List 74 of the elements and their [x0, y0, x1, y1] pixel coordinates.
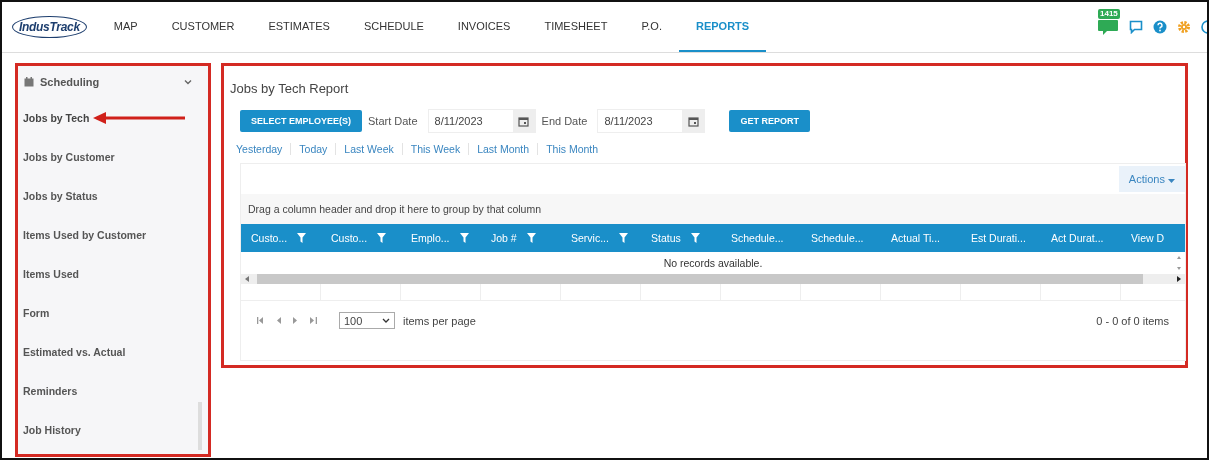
sidebar-item[interactable]: Items Used [23, 267, 80, 280]
settings-icon[interactable] [1177, 20, 1191, 34]
first-page-icon[interactable] [257, 317, 264, 324]
column-header[interactable]: Custo... [241, 224, 321, 252]
notification-badge: 1415 [1098, 9, 1120, 19]
empty-message: No records available. [663, 257, 763, 269]
date-range-link[interactable]: Last Month [468, 143, 538, 155]
sidebar-group[interactable]: Scheduling [18, 66, 208, 98]
end-date-label: End Date [541, 115, 588, 127]
start-date-field[interactable]: 8/11/2023 [427, 109, 536, 133]
select-employees-button[interactable]: SELECT EMPLOYEE(S) [240, 110, 362, 132]
chevron-icon [184, 79, 192, 85]
sidebar-item[interactable]: Jobs by Tech [23, 111, 90, 124]
nav-tab[interactable]: REPORTS [678, 2, 767, 52]
get-report-button[interactable]: GET REPORT [729, 110, 810, 132]
column-header[interactable]: Status [641, 224, 721, 252]
item-count: 0 - 0 of 0 items [1096, 314, 1169, 327]
scroll-right-icon[interactable] [1177, 276, 1181, 282]
column-header[interactable]: Emplo... [401, 224, 481, 252]
next-page-icon[interactable] [293, 317, 298, 324]
caret-icon [1168, 179, 1175, 183]
end-date-field[interactable]: 8/11/2023 [597, 109, 706, 133]
nav-tab[interactable]: SCHEDULE [346, 2, 441, 52]
group-hint: Drag a column header and drop it here to group by that column [241, 194, 1185, 224]
date-range-link[interactable]: This Week [401, 143, 469, 155]
filter-icon[interactable] [377, 233, 387, 243]
sidebar-item[interactable]: Job History [23, 423, 81, 436]
nav-tab[interactable]: INVOICES [440, 2, 528, 52]
message-icon[interactable] [1097, 18, 1119, 36]
nav-tab[interactable]: CUSTOMER [154, 2, 252, 52]
previous-page-icon[interactable] [276, 317, 281, 324]
dropdown-icon [382, 318, 390, 323]
sidebar-item[interactable]: Estimated vs. Actual [23, 345, 126, 358]
items-per-page-label: items per page [403, 314, 476, 327]
nav-tab[interactable]: TIMESHEET [527, 2, 625, 52]
column-header[interactable]: Act Durat... [1041, 224, 1121, 252]
filter-icon[interactable] [690, 233, 700, 243]
report-title: Jobs by Tech Report [230, 81, 350, 96]
help-icon[interactable] [1153, 20, 1167, 34]
column-header[interactable]: Actual Ti... [881, 224, 961, 252]
date-range-link[interactable]: Yesterday [236, 143, 291, 155]
last-page-icon[interactable] [310, 317, 317, 324]
calendar-icon [24, 77, 34, 87]
date-range-link[interactable]: This Month [537, 143, 607, 155]
user-icon[interactable] [1201, 20, 1207, 34]
page-size-select[interactable]: 100 [339, 312, 395, 329]
column-header[interactable]: Servic... [561, 224, 641, 252]
sidebar-item[interactable]: Form [23, 306, 50, 319]
column-header[interactable]: Custo... [321, 224, 401, 252]
scroll-left-icon[interactable] [245, 276, 249, 282]
column-header[interactable]: Schedule... [801, 224, 881, 252]
horizontal-scrollbar[interactable] [241, 274, 1185, 284]
nav-tab[interactable]: ESTIMATES [251, 2, 347, 52]
column-header[interactable]: Job # [481, 224, 561, 252]
filter-icon[interactable] [618, 233, 628, 243]
filter-icon[interactable] [297, 233, 307, 243]
calendar-icon[interactable] [518, 115, 530, 127]
sidebar-item[interactable]: Items Used by Customer [23, 228, 147, 241]
column-header[interactable]: Est Durati... [961, 224, 1041, 252]
start-date-label: Start Date [368, 115, 418, 127]
filter-icon[interactable] [459, 233, 469, 243]
column-header[interactable]: View D [1121, 224, 1185, 252]
nav-tab[interactable]: MAP [96, 2, 155, 52]
column-header[interactable]: Schedule... [721, 224, 801, 252]
sidebar-item[interactable]: Jobs by Customer [23, 150, 115, 163]
date-range-link[interactable]: Today [290, 143, 336, 155]
calendar-icon[interactable] [687, 115, 699, 127]
filter-icon[interactable] [526, 233, 536, 243]
sidebar-item[interactable]: Reminders [23, 384, 78, 397]
nav-tab[interactable]: P.O. [624, 2, 679, 52]
sidebar-item[interactable]: Jobs by Status [23, 189, 98, 202]
date-range-link[interactable]: Last Week [335, 143, 402, 155]
chat-icon[interactable] [1129, 20, 1143, 34]
actions-button[interactable]: Actions [1118, 166, 1185, 192]
